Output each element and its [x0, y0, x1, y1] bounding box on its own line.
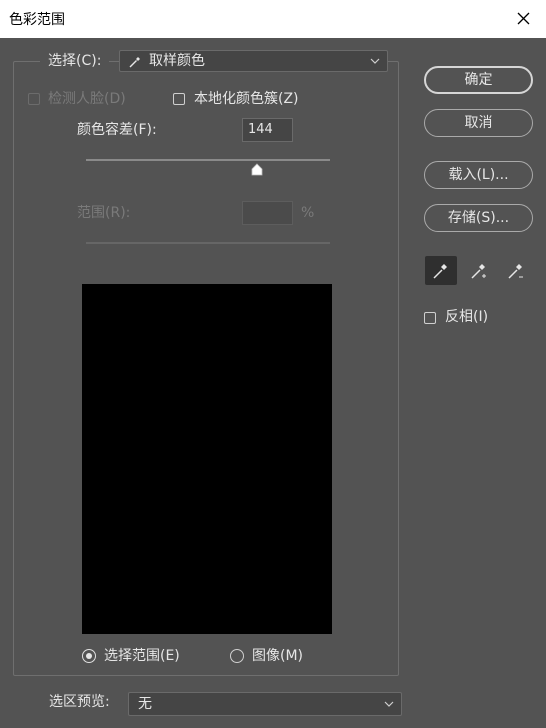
cancel-button[interactable]: 取消 [424, 109, 533, 137]
eyedropper-icon [129, 57, 140, 68]
fuzziness-slider-thumb[interactable] [250, 163, 264, 177]
radio-image-label: 图像(M) [252, 648, 304, 664]
select-label: 选择(C): [40, 51, 110, 71]
selection-preview-label: 选区预览: [49, 694, 110, 710]
eyedropper-icon [433, 264, 447, 279]
localized-clusters-label: 本地化颜色簇(Z) [194, 91, 299, 107]
fuzziness-input[interactable]: 144 [242, 118, 293, 142]
load-button[interactable]: 载入(L)... [424, 161, 533, 189]
fuzziness-slider-track[interactable] [86, 159, 330, 161]
eyedropper-minus-icon [508, 264, 523, 279]
close-icon [517, 12, 530, 25]
localized-clusters-checkbox[interactable] [173, 93, 185, 105]
radio-image[interactable] [230, 649, 244, 663]
detect-faces-label: 检测人脸(D) [48, 91, 126, 107]
range-input[interactable] [242, 201, 293, 225]
invert-checkbox[interactable] [424, 312, 436, 324]
selection-preview-canvas[interactable] [82, 284, 332, 634]
range-label: 范围(R): [77, 205, 131, 221]
select-value: 取样颜色 [149, 53, 205, 69]
close-button[interactable] [500, 0, 546, 38]
radio-selection-label: 选择范围(E) [104, 648, 180, 664]
title-bar: 色彩范围 [0, 0, 546, 38]
save-button[interactable]: 存储(S)... [424, 204, 533, 232]
radio-selection[interactable] [82, 649, 96, 663]
ok-button[interactable]: 确定 [424, 66, 533, 94]
range-unit: % [301, 205, 315, 221]
select-dropdown[interactable]: 取样颜色 [119, 50, 388, 72]
selection-preview-value: 无 [138, 696, 152, 712]
eyedropper-subtract-tool[interactable] [500, 256, 532, 285]
window-title: 色彩范围 [9, 12, 65, 28]
chevron-down-icon [370, 58, 380, 64]
eyedropper-tool[interactable] [425, 256, 457, 285]
detect-faces-checkbox[interactable] [28, 93, 40, 105]
chevron-down-icon [384, 701, 394, 707]
fuzziness-label: 颜色容差(F): [77, 122, 157, 138]
invert-label: 反相(I) [445, 309, 489, 325]
range-slider-track[interactable] [86, 242, 330, 244]
eyedropper-plus-icon [471, 264, 486, 279]
eyedropper-add-tool[interactable] [463, 256, 495, 285]
selection-preview-dropdown[interactable]: 无 [128, 692, 402, 716]
